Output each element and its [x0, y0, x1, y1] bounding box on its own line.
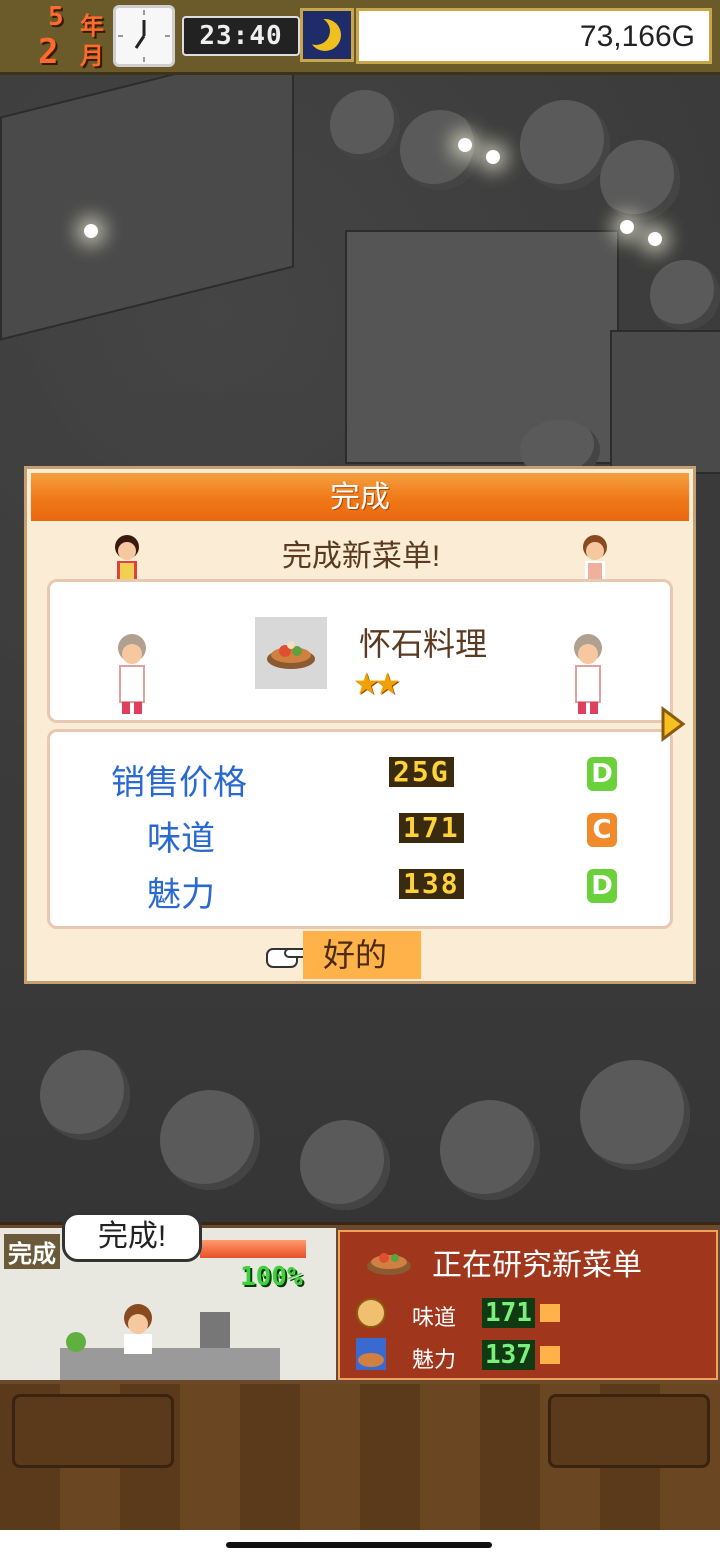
ok-button[interactable]: 好的 — [303, 931, 421, 979]
status-bar: 5 年 2 月 23:40 73,166G — [0, 0, 720, 75]
building — [0, 43, 294, 341]
dish-rating-stars: ★★ — [353, 667, 401, 702]
customer-character-icon — [118, 634, 146, 714]
stat-value-price: 25G — [389, 757, 454, 787]
stat-label-appeal: 魅力 — [147, 876, 215, 914]
grade-badge-taste: C — [587, 813, 617, 847]
home-indicator[interactable] — [226, 1542, 492, 1548]
tree — [300, 1120, 390, 1210]
progress-percent: 100% — [240, 1262, 303, 1292]
clock-icon — [113, 5, 175, 67]
month-number: 2 — [38, 32, 59, 72]
date-display: 5 年 2 月 — [6, 2, 108, 72]
stat-value-taste: 171 — [399, 813, 464, 843]
appeal-bar — [540, 1346, 560, 1364]
year-number: 5 — [48, 2, 64, 32]
grade-badge-appeal: D — [587, 869, 617, 903]
stat-label-taste: 味道 — [147, 820, 215, 858]
dish-icon — [367, 1253, 411, 1275]
menu-complete-dialog: 完成 完成新菜单! 怀石料理 ★★ 销售价格 25G D 味道 171 C 魅力… — [24, 466, 696, 984]
research-label-taste: 味道 — [412, 1305, 457, 1330]
speech-bubble: 完成! — [62, 1212, 202, 1262]
dish-image — [255, 617, 327, 689]
customer-character-icon — [574, 634, 602, 714]
street-light — [458, 138, 472, 152]
street-light — [620, 220, 634, 234]
research-row-appeal: 魅力 137 — [350, 1336, 535, 1376]
tree — [520, 100, 610, 190]
street-light — [648, 232, 662, 246]
tree — [440, 1100, 540, 1200]
research-row-taste: 味道 171 — [350, 1294, 535, 1334]
appeal-icon — [356, 1338, 386, 1370]
home-indicator-bar — [0, 1530, 720, 1560]
research-value-taste: 171 — [482, 1298, 535, 1328]
right-menu-button[interactable] — [548, 1394, 710, 1468]
street-light — [486, 150, 500, 164]
stat-label-price: 销售价格 — [111, 764, 247, 802]
tree — [580, 1060, 690, 1170]
stat-value-appeal: 138 — [399, 869, 464, 899]
money-display: 73,166G — [356, 8, 712, 64]
building — [610, 330, 720, 474]
research-panel[interactable]: 正在研究新菜单 味道 171 魅力 137 — [338, 1230, 718, 1380]
month-unit: 月 — [80, 42, 104, 70]
dialog-title: 完成 — [31, 473, 689, 521]
tree — [40, 1050, 130, 1140]
left-menu-button[interactable] — [12, 1394, 174, 1468]
waitress-character-icon — [583, 535, 607, 579]
moon-icon — [300, 8, 354, 62]
time-display: 23:40 — [182, 16, 300, 56]
research-value-appeal: 137 — [482, 1340, 535, 1370]
kitchen-status-badge: 完成 — [4, 1234, 60, 1269]
grade-badge-price: D — [587, 757, 617, 791]
dish-name: 怀石料理 — [359, 626, 488, 662]
street-light — [84, 224, 98, 238]
tree — [330, 90, 400, 160]
progress-bar — [200, 1240, 306, 1258]
tree — [160, 1090, 260, 1190]
research-label-appeal: 魅力 — [412, 1347, 457, 1372]
tree — [600, 140, 680, 220]
research-title: 正在研究新菜单 — [432, 1249, 642, 1282]
next-page-arrow-icon[interactable] — [660, 706, 686, 742]
tree — [650, 260, 720, 330]
taste-bar — [540, 1304, 560, 1322]
taste-icon — [356, 1298, 386, 1328]
